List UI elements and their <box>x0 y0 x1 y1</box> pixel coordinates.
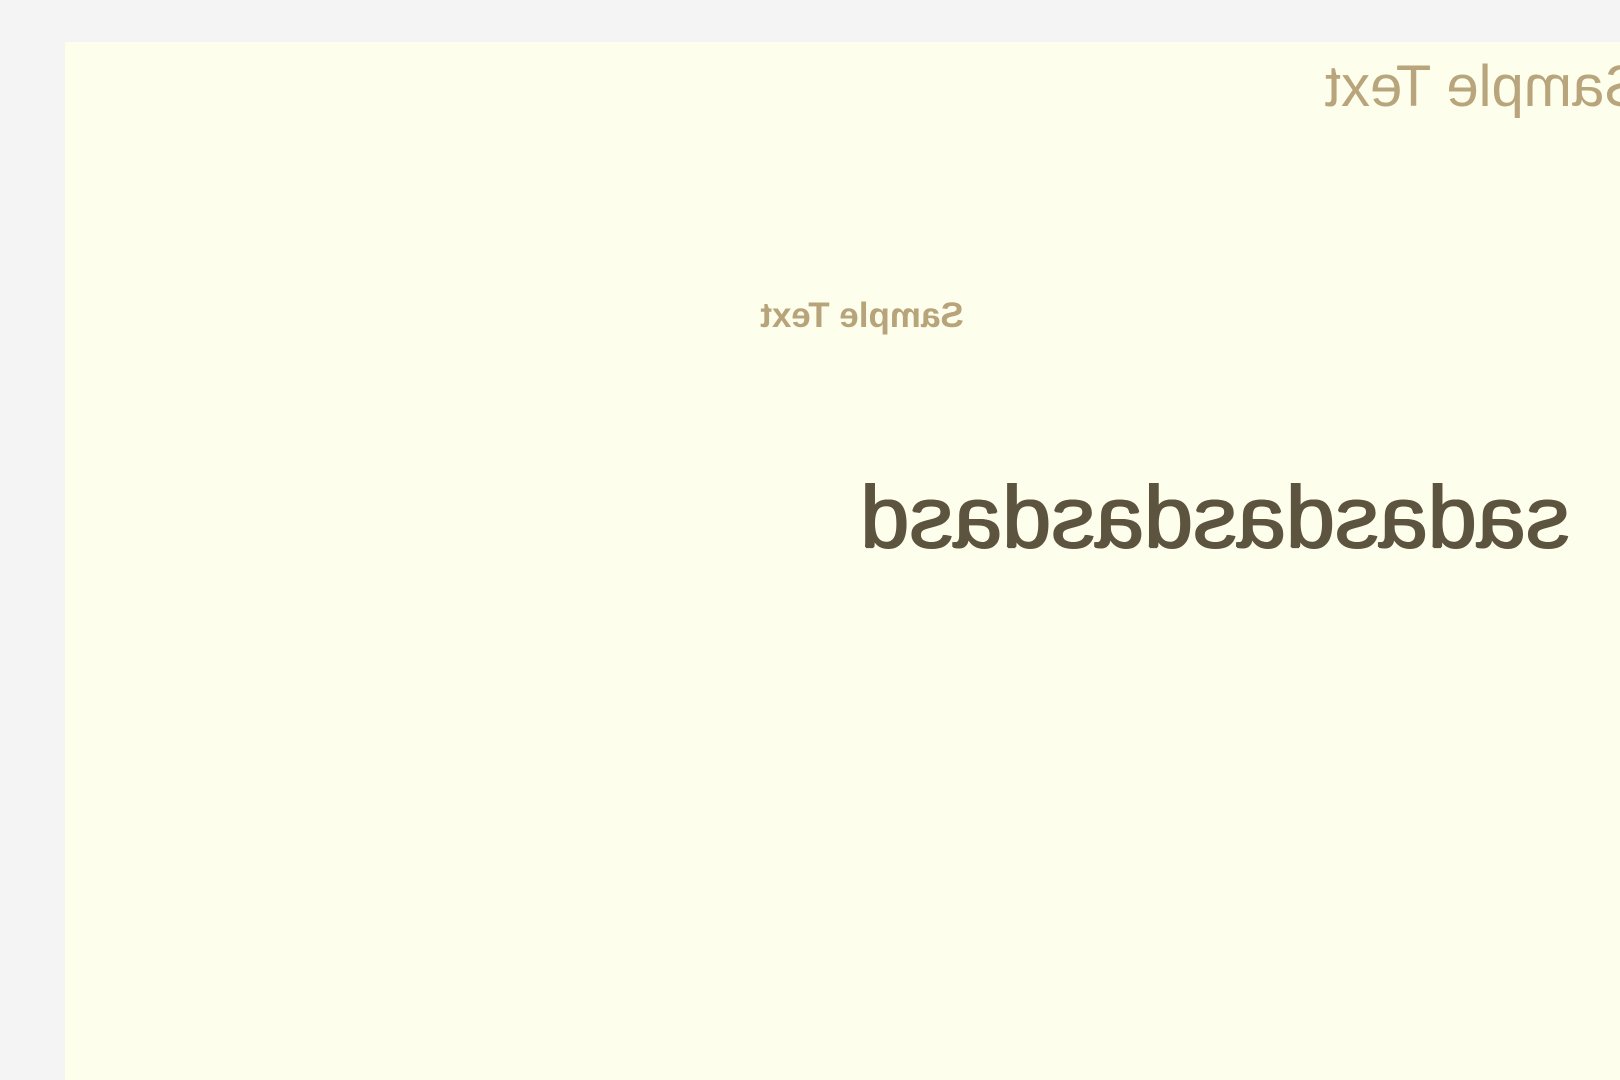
design-canvas[interactable]: Sample Text Sample Text sadasdasdasdasd <box>65 42 1620 1080</box>
mirrored-text-layer-small[interactable]: Sample Text <box>759 296 965 335</box>
mirrored-main-text-layer[interactable]: sadasdasdasdasd <box>845 467 1585 566</box>
mirrored-text-layer-large[interactable]: Sample Text <box>1313 54 1620 119</box>
